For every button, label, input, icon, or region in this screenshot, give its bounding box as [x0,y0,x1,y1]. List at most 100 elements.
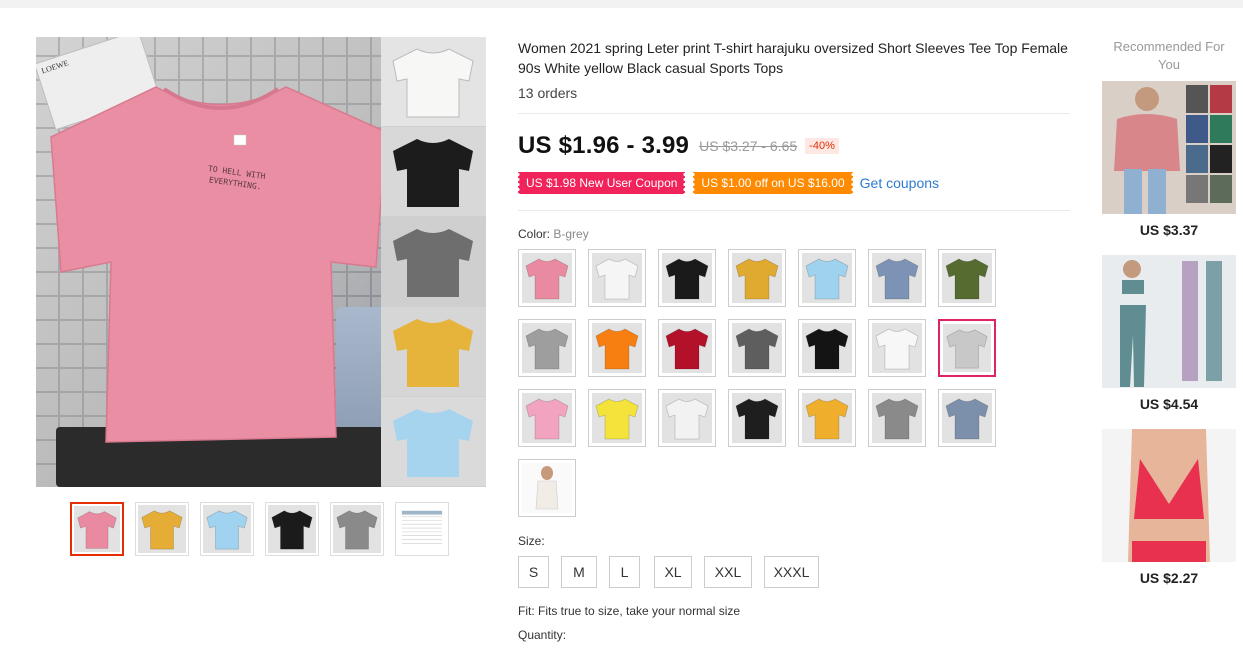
tshirt-image [662,323,712,373]
tshirt-image [943,324,991,372]
thumbnail[interactable] [70,502,124,556]
swatch-image [662,393,712,443]
tshirt-image [268,505,316,553]
recommended-item[interactable]: US $2.27 [1102,429,1236,586]
divider [518,210,1070,211]
quantity-label: Quantity: [518,628,567,642]
size-option-xl[interactable]: XL [654,556,692,588]
color-swatch[interactable] [588,389,646,447]
color-swatch[interactable] [518,389,576,447]
main-product-image[interactable]: LOEWE TO HELL WITH EVERYTHING. [36,37,486,487]
color-swatch[interactable] [868,389,926,447]
price-row: US $1.96 - 3.99 US $3.27 - 6.65 -40% [518,131,839,161]
camisole-image [522,463,572,513]
color-swatch[interactable] [728,249,786,307]
tshirt-image [333,505,381,553]
product-info: Women 2021 spring Leter print T-shirt ha… [518,38,1070,101]
pink-tshirt [50,86,387,443]
coupon-row: US $1.98 New User Coupon US $1.00 off on… [515,172,939,194]
color-swatch[interactable] [728,389,786,447]
color-swatch[interactable] [658,249,716,307]
swatch-image [942,253,992,303]
color-swatch[interactable] [868,249,926,307]
strip-grey [381,217,486,307]
color-swatch[interactable] [938,249,996,307]
tshirt-image [802,393,852,443]
swatch-image [522,323,572,373]
recommended-item[interactable]: US $4.54 [1102,255,1236,412]
color-label-text: Color: [518,227,551,241]
swatch-image [802,323,852,373]
swatch-image [522,463,572,513]
recommended-item-image[interactable] [1102,255,1236,388]
color-swatch[interactable] [518,459,576,517]
thumbnail[interactable] [200,502,254,556]
color-swatch[interactable] [798,389,856,447]
tshirt-image [592,393,642,443]
size-option-s[interactable]: S [518,556,549,588]
strip-white [381,37,486,127]
swatch-image [522,393,572,443]
tshirt-image [662,253,712,303]
recommended-item-image[interactable] [1102,429,1236,562]
recommended-item-price: US $4.54 [1139,396,1199,412]
size-option-l[interactable]: L [609,556,640,588]
top-bar [0,0,1243,8]
model-image [1102,81,1236,214]
store-coupon[interactable]: US $1.00 off on US $16.00 [691,172,855,194]
current-price: US $1.96 - 3.99 [518,132,690,159]
recommended-item[interactable]: US $3.37 [1102,81,1236,238]
color-swatch[interactable] [728,319,786,377]
recommended-item-price: US $3.37 [1139,222,1199,238]
tshirt-image [732,393,782,443]
color-swatch[interactable] [658,389,716,447]
tshirt-image [802,253,852,303]
thumbnail-image [333,505,381,553]
swatch-image [802,253,852,303]
thumbnail[interactable] [330,502,384,556]
thumbnail[interactable] [395,502,449,556]
recommended-item-price: US $2.27 [1139,570,1199,586]
color-swatch[interactable] [588,319,646,377]
color-swatch[interactable] [938,389,996,447]
color-swatch[interactable] [588,249,646,307]
get-coupons-link[interactable]: Get coupons [860,175,939,191]
product-title: Women 2021 spring Leter print T-shirt ha… [518,40,1068,76]
tshirt-image [732,253,782,303]
color-swatch[interactable] [938,319,996,377]
tshirt-image [138,505,186,553]
thumbnail[interactable] [135,502,189,556]
color-swatch[interactable] [518,249,576,307]
thumbnail-image [74,506,120,552]
swatch-image [592,323,642,373]
size-option-xxxl[interactable]: XXXL [764,556,819,588]
new-user-coupon[interactable]: US $1.98 New User Coupon [515,172,688,194]
size-label: Size: [518,534,545,548]
tshirt-image [662,393,712,443]
color-value: B-grey [553,227,589,241]
original-price: US $3.27 - 6.65 [699,138,798,154]
tshirt-image [203,505,251,553]
divider [518,113,1070,114]
color-swatch[interactable] [798,249,856,307]
strip-yellow [381,307,486,397]
size-option-xxl[interactable]: XXL [704,556,752,588]
color-swatch[interactable] [518,319,576,377]
thumbnail[interactable] [265,502,319,556]
tshirt-image [522,253,572,303]
tshirt-image [942,393,992,443]
swatch-image [662,323,712,373]
tshirt-image [872,323,922,373]
tshirt-image [522,323,572,373]
thumbnail-image [268,505,316,553]
recommended-item-image[interactable] [1102,81,1236,214]
color-swatch[interactable] [798,319,856,377]
tshirt-image [872,393,922,443]
thumbnail-image [203,505,251,553]
strip-black [381,127,486,217]
color-swatch[interactable] [868,319,926,377]
swatch-image [732,393,782,443]
color-swatch[interactable] [658,319,716,377]
size-option-m[interactable]: M [561,556,597,588]
color-strip [381,37,486,487]
